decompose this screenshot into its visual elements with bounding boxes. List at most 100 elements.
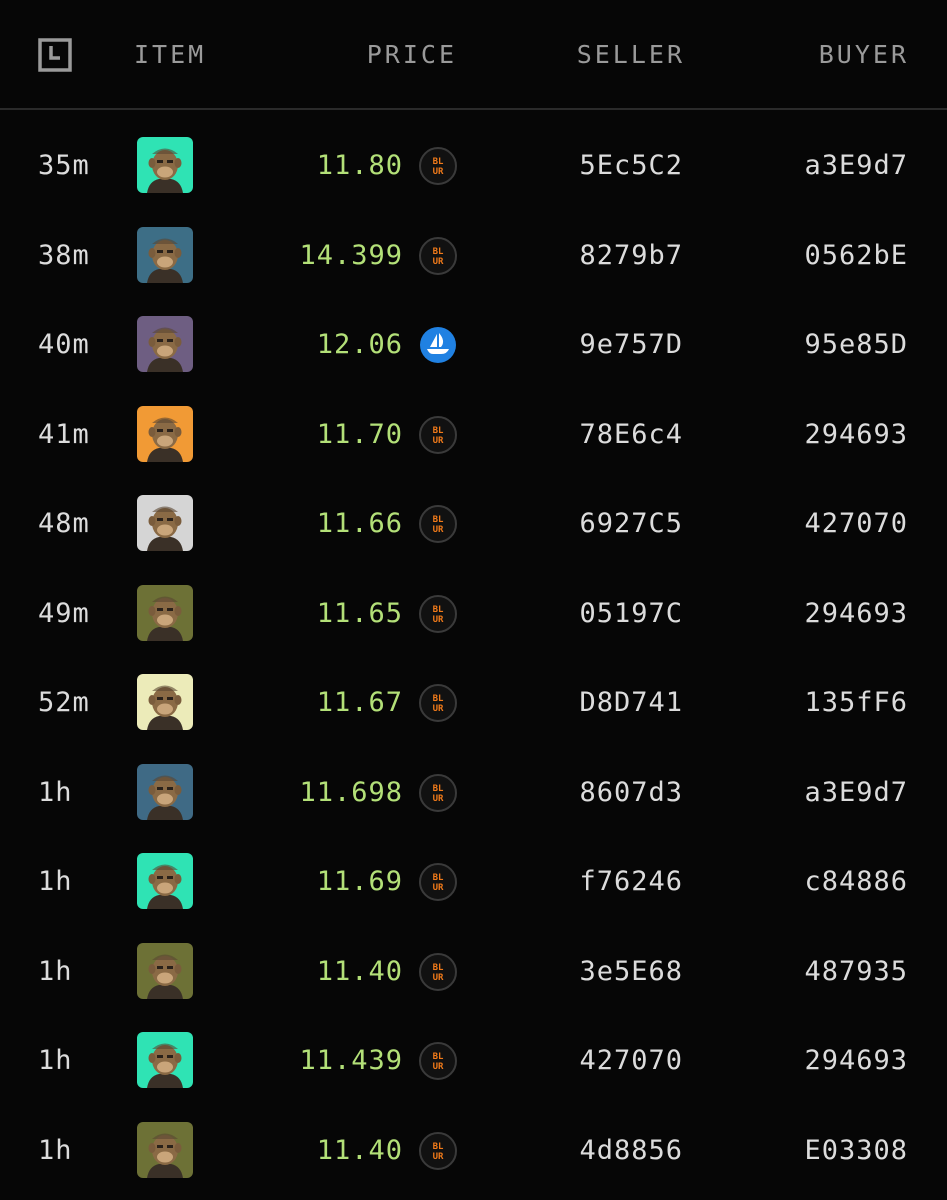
blur-icon[interactable]: BL UR [418, 504, 458, 544]
sale-price: 11.65 [316, 597, 403, 629]
table-header: ITEM PRICE SELLER BUYER [0, 0, 947, 110]
sale-time: 1h [38, 866, 73, 897]
seller-address[interactable]: 05197C [579, 596, 683, 632]
svg-text:BL: BL [433, 247, 444, 257]
blur-icon[interactable]: BL UR [418, 1041, 458, 1081]
blur-icon[interactable]: BL UR [418, 683, 458, 723]
buyer-address[interactable]: a3E9d7 [804, 775, 908, 811]
seller-address[interactable]: f76246 [579, 864, 683, 900]
table-row[interactable]: 1h 11.40 BL UR 3e5E68 487935 [0, 927, 947, 1017]
seller-address[interactable]: D8D741 [579, 685, 683, 721]
column-header-price[interactable]: PRICE [367, 38, 457, 72]
table-row[interactable]: 1h 11.69 BL UR f76246 c84886 [0, 837, 947, 927]
nft-thumbnail[interactable] [137, 405, 193, 462]
nft-thumbnail[interactable] [137, 763, 193, 820]
sale-time: 40m [38, 329, 90, 360]
table-row[interactable]: 1h 11.439 BL UR 427070 294693 [0, 1016, 947, 1106]
column-header-seller[interactable]: SELLER [577, 38, 685, 72]
nft-thumbnail[interactable] [137, 1032, 193, 1088]
svg-text:BL: BL [433, 426, 444, 436]
seller-address[interactable]: 8279b7 [579, 238, 683, 274]
sale-time: 52m [38, 687, 90, 718]
seller-address[interactable]: 3e5E68 [579, 954, 683, 990]
nft-thumbnail[interactable] [137, 942, 193, 999]
svg-text:BL: BL [433, 873, 444, 883]
blur-icon[interactable]: BL UR [418, 862, 458, 902]
svg-text:BL: BL [433, 1142, 444, 1152]
blur-icon[interactable]: BL UR [418, 594, 458, 634]
nft-thumbnail[interactable] [137, 316, 193, 372]
sale-price: 11.66 [316, 508, 403, 539]
seller-address[interactable]: 78E6c4 [579, 417, 683, 453]
sale-price: 12.06 [316, 329, 403, 360]
sale-price: 11.80 [316, 150, 403, 181]
sale-price: 11.67 [316, 687, 403, 718]
table-row[interactable]: 49m 11.65 BL UR 05197C 294693 [0, 569, 947, 659]
svg-text:UR: UR [433, 525, 444, 535]
sale-price: 11.698 [299, 776, 403, 808]
seller-address[interactable]: 6927C5 [579, 506, 683, 542]
nft-thumbnail[interactable] [137, 226, 193, 283]
seller-address[interactable]: 8607d3 [579, 775, 683, 811]
buyer-address[interactable]: 294693 [804, 1043, 908, 1079]
svg-text:UR: UR [433, 1062, 444, 1072]
svg-text:BL: BL [433, 515, 444, 525]
seller-address[interactable]: 9e757D [579, 327, 683, 363]
nft-thumbnail[interactable] [137, 853, 193, 909]
sale-time: 35m [38, 150, 90, 181]
blur-icon[interactable]: BL UR [418, 1131, 458, 1171]
sale-time: 49m [38, 597, 90, 629]
opensea-icon[interactable] [418, 325, 458, 365]
blur-icon[interactable]: BL UR [418, 146, 458, 186]
blur-icon[interactable]: BL UR [418, 952, 458, 992]
buyer-address[interactable]: 487935 [804, 954, 908, 990]
table-row[interactable]: 38m 14.399 BL UR 8279b7 0562bE [0, 211, 947, 301]
blur-icon[interactable]: BL UR [418, 415, 458, 455]
svg-text:UR: UR [433, 167, 444, 177]
buyer-address[interactable]: 427070 [804, 506, 908, 542]
table-row[interactable]: 1h 11.698 BL UR 8607d3 a3E9d7 [0, 748, 947, 838]
seller-address[interactable]: 4d8856 [579, 1133, 683, 1169]
sale-time: 38m [38, 239, 90, 271]
buyer-address[interactable]: 294693 [804, 417, 908, 453]
sale-time: 1h [38, 955, 73, 987]
table-row[interactable]: 48m 11.66 BL UR 6927C5 427070 [0, 479, 947, 569]
svg-text:BL: BL [433, 1052, 444, 1062]
sale-time: 41m [38, 418, 90, 450]
nft-thumbnail[interactable] [137, 137, 193, 193]
seller-address[interactable]: 5Ec5C2 [579, 148, 683, 184]
sale-time: 1h [38, 1045, 73, 1076]
buyer-address[interactable]: E03308 [804, 1133, 908, 1169]
table-row[interactable]: 1h 11.40 BL UR 4d8856 E03308 [0, 1106, 947, 1196]
buyer-address[interactable]: c84886 [804, 864, 908, 900]
table-row[interactable]: 35m 11.80 BL UR 5Ec5C2 a3E9d7 [0, 121, 947, 211]
sale-price: 11.40 [316, 1134, 403, 1166]
buyer-address[interactable]: 135fF6 [804, 685, 908, 721]
svg-text:UR: UR [433, 1152, 444, 1162]
sale-price: 11.69 [316, 866, 403, 897]
nft-thumbnail[interactable] [137, 495, 193, 551]
svg-text:UR: UR [433, 973, 444, 983]
blur-icon[interactable]: BL UR [418, 236, 458, 276]
nft-thumbnail[interactable] [137, 674, 193, 730]
sale-price: 11.439 [299, 1045, 403, 1076]
buyer-address[interactable]: 0562bE [804, 238, 908, 274]
clock-icon[interactable] [38, 38, 72, 72]
sale-price: 11.70 [316, 418, 403, 450]
svg-text:BL: BL [433, 784, 444, 794]
svg-text:UR: UR [433, 257, 444, 267]
nft-thumbnail[interactable] [137, 1121, 193, 1178]
table-row[interactable]: 52m 11.67 BL UR D8D741 135fF6 [0, 658, 947, 748]
buyer-address[interactable]: 95e85D [804, 327, 908, 363]
seller-address[interactable]: 427070 [579, 1043, 683, 1079]
column-header-buyer[interactable]: BUYER [819, 38, 909, 72]
column-header-item[interactable]: ITEM [134, 38, 206, 72]
svg-text:UR: UR [433, 794, 444, 804]
buyer-address[interactable]: a3E9d7 [804, 148, 908, 184]
blur-icon[interactable]: BL UR [418, 773, 458, 813]
table-row[interactable]: 41m 11.70 BL UR 78E6c4 294693 [0, 390, 947, 480]
sale-price: 11.40 [316, 955, 403, 987]
nft-thumbnail[interactable] [137, 584, 193, 641]
table-row[interactable]: 40m 12.06 9e757D 95e85D [0, 300, 947, 390]
buyer-address[interactable]: 294693 [804, 596, 908, 632]
